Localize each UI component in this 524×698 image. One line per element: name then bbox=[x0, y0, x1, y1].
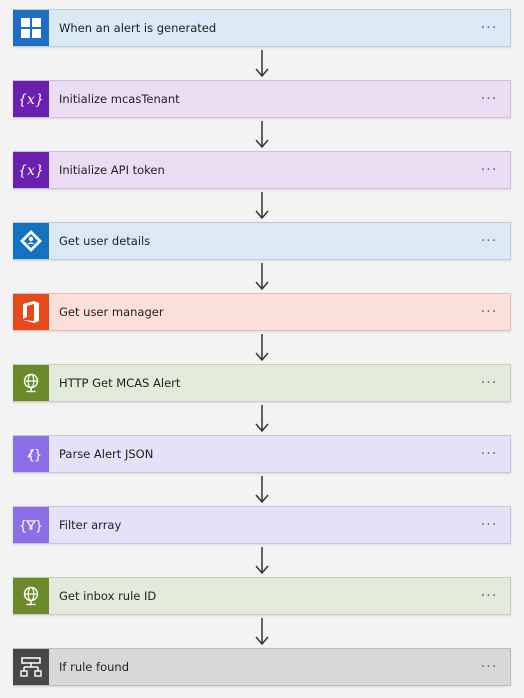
flow-step-label: Parse Alert JSON bbox=[59, 447, 154, 461]
connector-arrow-icon bbox=[255, 50, 269, 78]
connector-arrow-icon bbox=[255, 547, 269, 575]
flow-step-card[interactable]: {} Parse Alert JSON ··· bbox=[13, 435, 511, 473]
more-options-button[interactable]: ··· bbox=[474, 659, 504, 675]
more-options-button[interactable]: ··· bbox=[474, 304, 504, 320]
filter-icon: {} bbox=[13, 507, 49, 543]
more-options-button[interactable]: ··· bbox=[474, 233, 504, 249]
flow-step-label: Initialize mcasTenant bbox=[59, 92, 180, 106]
svg-text:{x}: {x} bbox=[19, 92, 43, 108]
connector-arrow-icon bbox=[255, 263, 269, 291]
flow-step-label: If rule found bbox=[59, 660, 129, 674]
svg-text:{x}: {x} bbox=[19, 163, 43, 179]
windows-grid-icon bbox=[13, 10, 49, 46]
flow-step-card[interactable]: {x} Initialize API token ··· bbox=[13, 151, 511, 189]
flow-step-card[interactable]: When an alert is generated ··· bbox=[13, 9, 511, 47]
http-globe-icon bbox=[13, 578, 49, 614]
svg-text:{: { bbox=[19, 519, 27, 534]
flow-step-label: Get user details bbox=[59, 234, 151, 248]
connector-arrow-icon bbox=[255, 192, 269, 220]
flow-step-card[interactable]: Get user manager ··· bbox=[13, 293, 511, 331]
flow-step-label: Initialize API token bbox=[59, 163, 165, 177]
flow-step-label: Filter array bbox=[59, 518, 122, 532]
more-options-button[interactable]: ··· bbox=[474, 375, 504, 391]
flow-canvas: When an alert is generated ··· {x} Initiali… bbox=[0, 0, 524, 698]
flow-step-card[interactable]: Get inbox rule ID ··· bbox=[13, 577, 511, 615]
more-options-button[interactable]: ··· bbox=[474, 588, 504, 604]
variable-icon: {x} bbox=[13, 152, 49, 188]
variable-icon: {x} bbox=[13, 81, 49, 117]
flow-step-label: HTTP Get MCAS Alert bbox=[59, 376, 181, 390]
more-options-button[interactable]: ··· bbox=[474, 162, 504, 178]
flow-step-card[interactable]: If rule found ··· bbox=[13, 648, 511, 686]
connector-arrow-icon bbox=[255, 618, 269, 646]
svg-text:}: } bbox=[34, 448, 42, 463]
more-options-button[interactable]: ··· bbox=[474, 20, 504, 36]
connector-arrow-icon bbox=[255, 121, 269, 149]
flow-step-label: Get user manager bbox=[59, 305, 164, 319]
flow-step-card[interactable]: HTTP Get MCAS Alert ··· bbox=[13, 364, 511, 402]
azure-ad-icon bbox=[13, 223, 49, 259]
connector-arrow-icon bbox=[255, 476, 269, 504]
more-options-button[interactable]: ··· bbox=[474, 91, 504, 107]
flow-step-card[interactable]: {x} Initialize mcasTenant ··· bbox=[13, 80, 511, 118]
flow-step-card[interactable]: Get user details ··· bbox=[13, 222, 511, 260]
flow-step-card[interactable]: {} Filter array ··· bbox=[13, 506, 511, 544]
http-globe-icon bbox=[13, 365, 49, 401]
office-icon bbox=[13, 294, 49, 330]
svg-text:}: } bbox=[35, 519, 43, 534]
more-options-button[interactable]: ··· bbox=[474, 446, 504, 462]
flow-step-label: When an alert is generated bbox=[59, 21, 217, 35]
condition-icon bbox=[13, 649, 49, 685]
more-options-button[interactable]: ··· bbox=[474, 517, 504, 533]
connector-arrow-icon bbox=[255, 405, 269, 433]
connector-arrow-icon bbox=[255, 334, 269, 362]
flow-step-label: Get inbox rule ID bbox=[59, 589, 157, 603]
data-operation-icon: {} bbox=[13, 436, 49, 472]
